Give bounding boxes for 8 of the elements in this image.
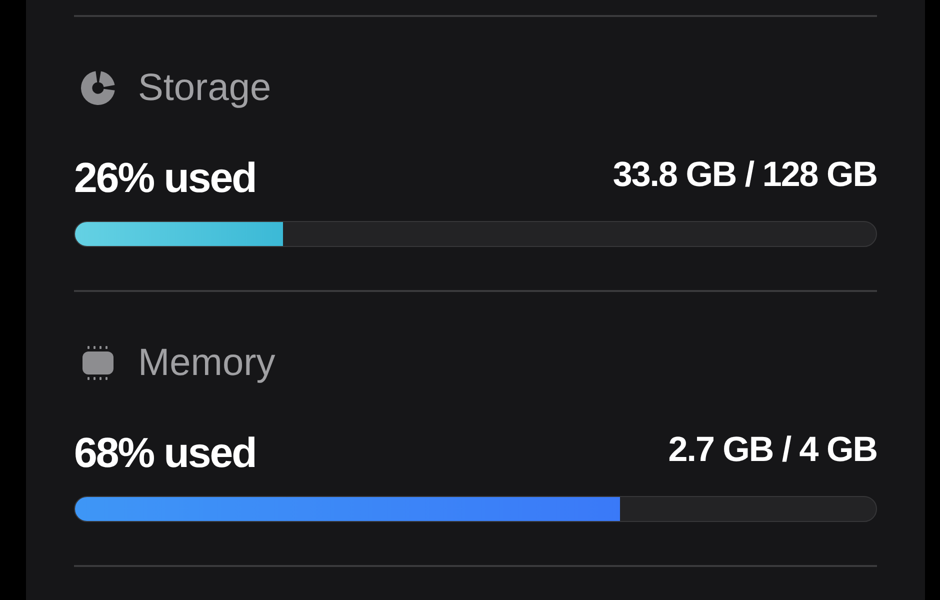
- usage-percent: 26% used: [74, 157, 256, 199]
- usage-percent: 68% used: [74, 432, 256, 474]
- memory-chip-icon: [81, 346, 115, 380]
- section-title: Storage: [138, 68, 272, 108]
- usage-amount: 33.8 GB / 128 GB: [612, 157, 877, 192]
- usage-amount: 2.7 GB / 4 GB: [668, 432, 877, 467]
- section-title: Memory: [138, 343, 276, 383]
- pie-chart-icon: [81, 71, 115, 105]
